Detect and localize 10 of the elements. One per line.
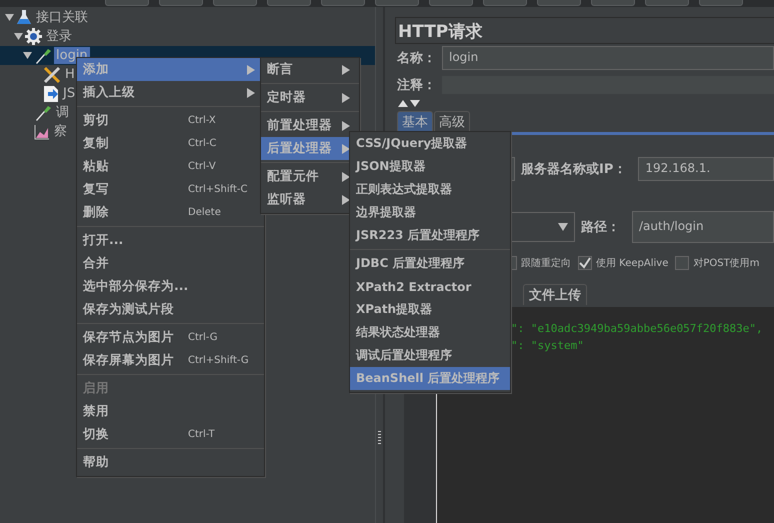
checkbox-label: 跟随重定向	[521, 256, 571, 270]
checkbox-label: 使用 KeepAlive	[596, 257, 668, 270]
code-line: ": "system"	[511, 338, 585, 354]
checkbox-label: 对POST使用m	[693, 256, 760, 270]
field-label: 名称：	[397, 50, 436, 66]
code-line: ": "e10adc3949ba59abbe56e057f20f883e",	[511, 321, 764, 337]
field-label: 服务器名称或IP：	[521, 161, 626, 178]
field-label: 路径：	[581, 219, 620, 236]
field-label: 注释：	[397, 76, 436, 94]
panel-title: HTTP请求	[398, 22, 482, 42]
